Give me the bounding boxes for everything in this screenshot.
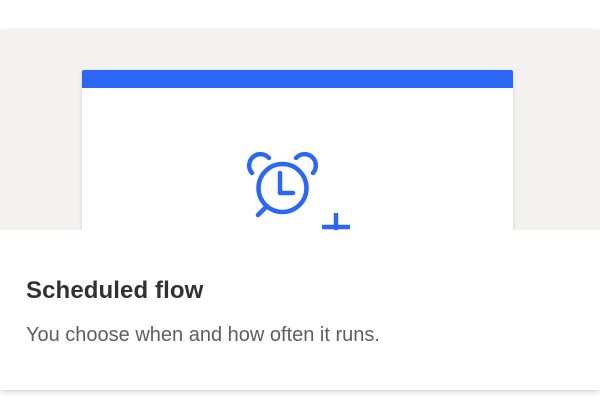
card-text-area: Scheduled flow You choose when and how o… [0,230,600,390]
card-preview [0,30,600,230]
alarm-clock-add-icon [246,151,350,230]
card-description: You choose when and how often it runs. [26,324,380,346]
scheduled-flow-card[interactable]: Scheduled flow You choose when and how o… [0,30,600,390]
card-title: Scheduled flow [26,277,204,304]
page: Scheduled flow You choose when and how o… [0,0,600,412]
flow-tile-illustration [82,70,513,230]
flow-tile-accent-bar [82,70,513,88]
